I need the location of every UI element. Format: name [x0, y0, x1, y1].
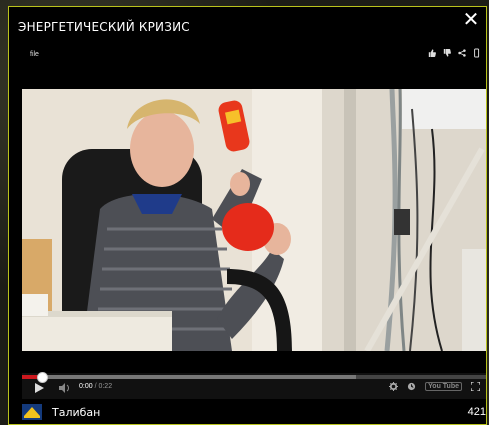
video-still-image — [22, 89, 486, 351]
duration: 0:22 — [98, 383, 113, 390]
channel-bar: Талибан 421 — [22, 404, 486, 425]
scrubber-handle[interactable] — [37, 372, 48, 383]
channel-avatar-icon[interactable] — [22, 404, 42, 420]
progress-bar[interactable] — [22, 372, 486, 383]
channel-name[interactable]: Талибан — [52, 406, 100, 419]
thumbs-down-icon[interactable] — [443, 48, 451, 58]
close-button[interactable]: ✕ — [461, 10, 481, 30]
buffered-bar — [22, 375, 357, 379]
view-count: 421 — [467, 406, 486, 418]
volume-icon[interactable] — [59, 383, 71, 393]
player-controls: 0:00 / 0:22 You Tube — [22, 372, 486, 399]
video-source-label: file — [30, 51, 39, 58]
modal-title: ЭНЕРГЕТИЧЕСКИЙ КРИЗИС — [18, 20, 190, 34]
video-actions — [428, 48, 481, 58]
controls-right: You Tube — [389, 382, 480, 391]
share-icon[interactable] — [458, 48, 466, 58]
thumbs-up-icon[interactable] — [428, 48, 436, 58]
play-icon[interactable] — [34, 383, 44, 393]
video-frame[interactable] — [22, 89, 486, 351]
youtube-logo[interactable]: You Tube — [425, 382, 462, 391]
time-display: 0:00 / 0:22 — [79, 383, 112, 390]
current-time: 0:00 — [79, 383, 93, 390]
more-icon[interactable] — [473, 48, 481, 58]
watch-later-icon[interactable] — [407, 382, 416, 391]
fullscreen-icon[interactable] — [471, 382, 480, 391]
settings-gear-icon[interactable] — [389, 382, 399, 391]
